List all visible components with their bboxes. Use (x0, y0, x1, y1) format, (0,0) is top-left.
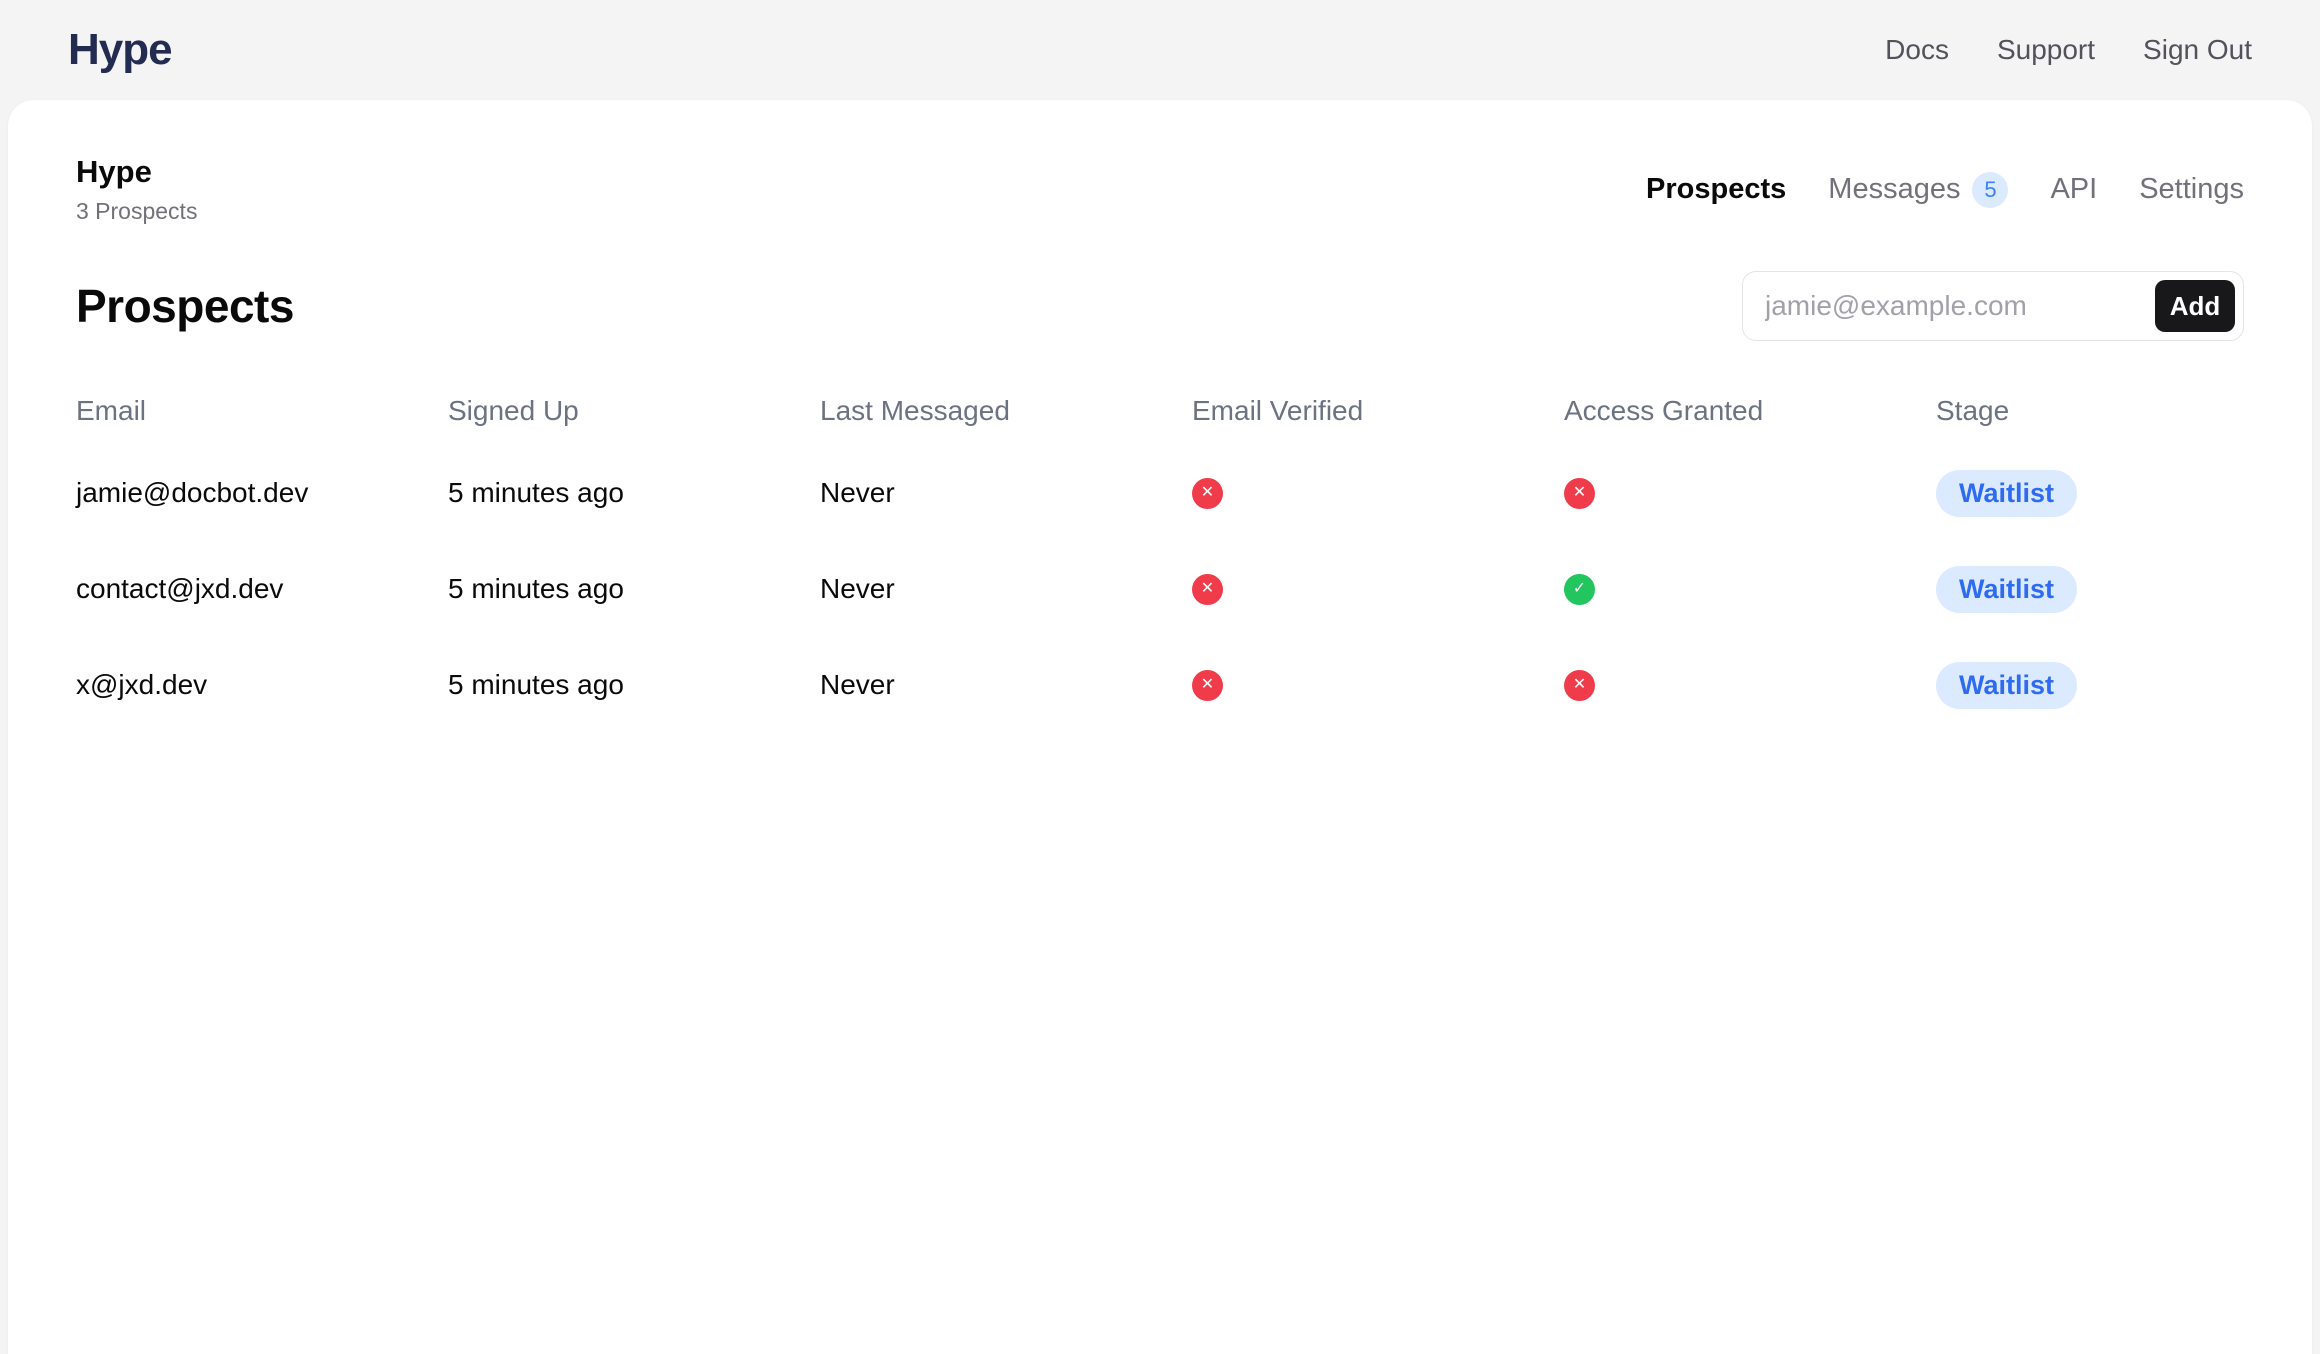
cell-access-granted: ✓ (1564, 574, 1936, 605)
table-header-row: Email Signed Up Last Messaged Email Veri… (76, 395, 2244, 427)
stage-badge[interactable]: Waitlist (1936, 662, 2077, 709)
stage-badge[interactable]: Waitlist (1936, 470, 2077, 517)
x-circle-icon: ✕ (1564, 670, 1595, 701)
column-header-stage: Stage (1936, 395, 2244, 427)
tab-label: Settings (2139, 173, 2244, 206)
tab-bar: Prospects Messages 5 API Settings (1646, 172, 2244, 208)
project-title: Hype (76, 154, 197, 190)
cell-stage: Waitlist (1936, 662, 2244, 709)
table-row: jamie@docbot.dev5 minutes agoNever✕✕Wait… (76, 445, 2244, 541)
stage-badge[interactable]: Waitlist (1936, 566, 2077, 613)
tab-label: Prospects (1646, 173, 1786, 206)
add-button[interactable]: Add (2155, 280, 2235, 332)
column-header-email: Email (76, 395, 448, 427)
cell-email: contact@jxd.dev (76, 573, 448, 605)
cell-stage: Waitlist (1936, 470, 2244, 517)
table-row: x@jxd.dev5 minutes agoNever✕✕Waitlist (76, 637, 2244, 733)
toolbar: Prospects Add (76, 271, 2244, 341)
column-header-signed-up: Signed Up (448, 395, 820, 427)
tab-label: Messages (1828, 173, 1960, 206)
tab-prospects[interactable]: Prospects (1646, 173, 1786, 206)
cell-email-verified: ✕ (1192, 478, 1564, 509)
project-info: Hype 3 Prospects (76, 154, 197, 225)
table-body: jamie@docbot.dev5 minutes agoNever✕✕Wait… (76, 445, 2244, 733)
project-subtitle: 3 Prospects (76, 198, 197, 225)
cell-signed-up: 5 minutes ago (448, 573, 820, 605)
x-circle-icon: ✕ (1192, 478, 1223, 509)
nav-link-docs[interactable]: Docs (1885, 34, 1949, 66)
table-row: contact@jxd.dev5 minutes agoNever✕ ✓ Waitl… (76, 541, 2244, 637)
cell-email-verified: ✕ (1192, 574, 1564, 605)
unread-count-badge: 5 (1972, 172, 2008, 208)
cell-signed-up: 5 minutes ago (448, 477, 820, 509)
cell-last-messaged: Never (820, 477, 1192, 509)
main-card: Hype 3 Prospects Prospects Messages 5 API Se… (8, 100, 2312, 1354)
cell-access-granted: ✕ (1564, 670, 1936, 701)
card-header: Hype 3 Prospects Prospects Messages 5 API Se… (76, 154, 2244, 225)
cell-stage: Waitlist (1936, 566, 2244, 613)
cell-signed-up: 5 minutes ago (448, 669, 820, 701)
cell-last-messaged: Never (820, 573, 1192, 605)
cell-access-granted: ✕ (1564, 478, 1936, 509)
add-prospect-group: Add (1742, 271, 2244, 341)
tab-label: API (2050, 173, 2097, 206)
x-circle-icon: ✕ (1192, 574, 1223, 605)
tab-messages[interactable]: Messages 5 (1828, 172, 2008, 208)
column-header-email-verified: Email Verified (1192, 395, 1564, 427)
nav-link-support[interactable]: Support (1997, 34, 2095, 66)
topbar: Hype Docs Support Sign Out (0, 0, 2320, 100)
cell-email: jamie@docbot.dev (76, 477, 448, 509)
column-header-access-granted: Access Granted (1564, 395, 1936, 427)
app-logo[interactable]: Hype (68, 25, 172, 75)
x-circle-icon: ✕ (1564, 478, 1595, 509)
tab-api[interactable]: API (2050, 173, 2097, 206)
top-navigation: Docs Support Sign Out (1885, 34, 2252, 66)
cell-email-verified: ✕ (1192, 670, 1564, 701)
column-header-last-messaged: Last Messaged (820, 395, 1192, 427)
cell-last-messaged: Never (820, 669, 1192, 701)
page-title: Prospects (76, 279, 294, 333)
nav-link-sign-out[interactable]: Sign Out (2143, 34, 2252, 66)
tab-settings[interactable]: Settings (2139, 173, 2244, 206)
x-circle-icon: ✕ (1192, 670, 1223, 701)
prospects-table: Email Signed Up Last Messaged Email Veri… (76, 395, 2244, 733)
check-circle-icon: ✓ (1564, 574, 1595, 605)
cell-email: x@jxd.dev (76, 669, 448, 701)
